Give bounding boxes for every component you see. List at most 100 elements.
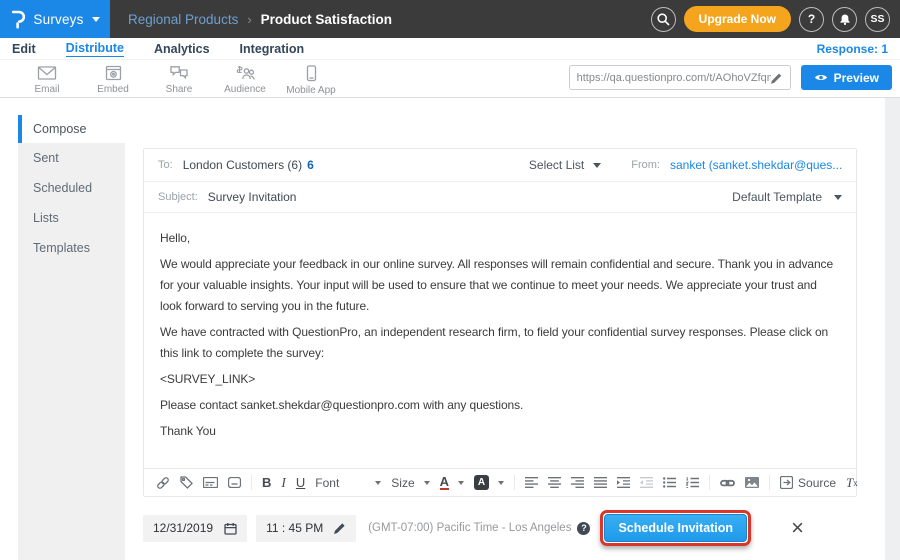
recipient-count[interactable]: 6 <box>307 158 314 172</box>
channel-label: Embed <box>97 84 129 95</box>
edit-url-pencil-icon[interactable] <box>771 72 783 84</box>
bg-color-glyph: A <box>474 475 489 490</box>
tab-integration[interactable]: Integration <box>240 42 305 56</box>
schedule-row: 12/31/2019 11 : 45 PM (GMT-07:00) Pacifi… <box>143 510 885 546</box>
email-body-editor[interactable]: Hello, We would appreciate your feedback… <box>144 213 856 469</box>
bell-icon <box>838 12 852 27</box>
button-widget-button[interactable] <box>228 477 241 488</box>
share-icon <box>169 65 189 81</box>
notifications-button[interactable] <box>832 7 857 32</box>
align-left-button[interactable] <box>525 477 538 488</box>
font-dropdown[interactable]: Font <box>315 476 381 490</box>
align-right-button[interactable] <box>571 477 584 488</box>
italic-button[interactable]: I <box>281 475 286 491</box>
embed-icon <box>104 65 123 81</box>
bullet-list-button[interactable] <box>663 477 676 488</box>
sidebar-item-compose[interactable]: Compose <box>18 115 125 143</box>
body-paragraph: Hello, <box>160 228 840 249</box>
timezone-label: (GMT-07:00) Pacific Time - Los Angeles ? <box>368 522 590 535</box>
toolbar-divider <box>251 475 252 490</box>
calendar-icon <box>224 522 237 535</box>
sidebar-item-sent[interactable]: Sent <box>18 143 125 173</box>
breadcrumb: Regional Products › Product Satisfaction <box>128 12 392 27</box>
channel-mobile-app[interactable]: Mobile App <box>278 63 344 96</box>
mobile-app-icon <box>302 65 320 82</box>
source-button[interactable]: Source <box>780 476 836 490</box>
clear-format-button[interactable]: Tx <box>846 475 858 491</box>
text-color-button[interactable]: A <box>440 475 464 490</box>
channel-audience[interactable]: Audience <box>212 63 278 95</box>
body-paragraph: Please contact sanket.shekdar@questionpr… <box>160 395 840 416</box>
sidebar-item-scheduled[interactable]: Scheduled <box>18 173 125 203</box>
close-icon[interactable]: × <box>791 517 804 539</box>
timezone-text: (GMT-07:00) Pacific Time - Los Angeles <box>368 522 571 534</box>
select-list-dropdown[interactable]: Select List <box>529 158 601 172</box>
tab-edit[interactable]: Edit <box>12 42 36 56</box>
schedule-date-input[interactable]: 12/31/2019 <box>143 515 247 542</box>
schedule-time-input[interactable]: 11 : 45 PM <box>256 515 356 542</box>
bg-color-button[interactable]: A <box>474 475 504 490</box>
chevron-down-icon <box>92 17 100 22</box>
upgrade-now-button[interactable]: Upgrade Now <box>684 6 791 32</box>
distribute-sidebar: Compose Sent Scheduled Lists Templates <box>18 115 125 560</box>
tag-icon <box>180 476 193 489</box>
channel-email[interactable]: Email <box>14 63 80 95</box>
text-color-glyph: A <box>440 475 449 490</box>
size-label: Size <box>391 476 414 490</box>
numbered-list-button[interactable] <box>686 477 699 488</box>
bold-button[interactable]: B <box>262 475 271 490</box>
indent-increase-button[interactable] <box>617 477 630 488</box>
chain-icon <box>720 477 735 489</box>
tag-button[interactable] <box>180 476 193 489</box>
avatar-initials: SS <box>870 13 884 25</box>
response-count: Response: 1 <box>817 42 888 56</box>
channel-embed[interactable]: Embed <box>80 63 146 95</box>
surveys-menu[interactable]: Surveys <box>0 0 110 38</box>
chevron-down-icon <box>834 195 842 200</box>
sidebar-item-lists[interactable]: Lists <box>18 203 125 233</box>
content-area: Compose Sent Scheduled Lists Templates T… <box>0 98 900 560</box>
breadcrumb-parent[interactable]: Regional Products <box>128 12 238 27</box>
from-group: From: sanket (sanket.shekdar@ques... <box>631 158 842 172</box>
justify-button[interactable] <box>594 477 607 488</box>
insert-image-button[interactable] <box>745 477 759 488</box>
body-paragraph: We have contracted with QuestionPro, an … <box>160 322 840 364</box>
to-row: To: London Customers (6) 6 Select List F… <box>144 149 856 182</box>
survey-url-field[interactable]: https://qa.questionpro.com/t/AOhoVZfqml <box>569 65 791 90</box>
body-paragraph: We would appreciate your feedback in our… <box>160 254 840 317</box>
email-composer: To: London Customers (6) 6 Select List F… <box>143 148 857 497</box>
anchor-link-button[interactable] <box>156 477 170 489</box>
sidebar-item-templates[interactable]: Templates <box>18 233 125 263</box>
avatar[interactable]: SS <box>865 7 890 32</box>
source-label: Source <box>798 476 836 490</box>
card-button[interactable] <box>203 477 218 488</box>
schedule-invitation-button[interactable]: Schedule Invitation <box>604 514 747 542</box>
tab-distribute[interactable]: Distribute <box>66 41 124 57</box>
help-button[interactable]: ? <box>799 7 824 32</box>
subject-row: Subject: Survey Invitation Default Templ… <box>144 182 856 213</box>
search-icon <box>656 12 671 27</box>
highlight-annotation: Schedule Invitation <box>600 510 751 546</box>
preview-button[interactable]: Preview <box>801 65 892 90</box>
align-center-button[interactable] <box>548 477 561 488</box>
toolbar-divider <box>709 475 710 490</box>
to-value: London Customers (6) <box>183 158 302 172</box>
email-icon <box>37 65 57 81</box>
channel-share[interactable]: Share <box>146 63 212 95</box>
indent-decrease-icon <box>640 477 653 488</box>
align-center-icon <box>548 477 561 488</box>
product-label: Surveys <box>33 12 83 27</box>
insert-link-button[interactable] <box>720 477 735 489</box>
underline-button[interactable]: U <box>296 475 305 490</box>
tab-analytics[interactable]: Analytics <box>154 42 210 56</box>
timezone-help-button[interactable]: ? <box>577 522 590 535</box>
chevron-down-icon <box>458 481 464 485</box>
from-value[interactable]: sanket (sanket.shekdar@ques... <box>670 158 842 172</box>
clear-format-t: T <box>846 475 853 491</box>
template-dropdown[interactable]: Default Template <box>732 190 842 204</box>
size-dropdown[interactable]: Size <box>391 476 429 490</box>
indent-decrease-button[interactable] <box>640 477 653 488</box>
search-button[interactable] <box>651 7 676 32</box>
distribute-toolbar: Email Embed Share Audience Mo <box>0 60 900 98</box>
subject-value[interactable]: Survey Invitation <box>208 190 297 204</box>
